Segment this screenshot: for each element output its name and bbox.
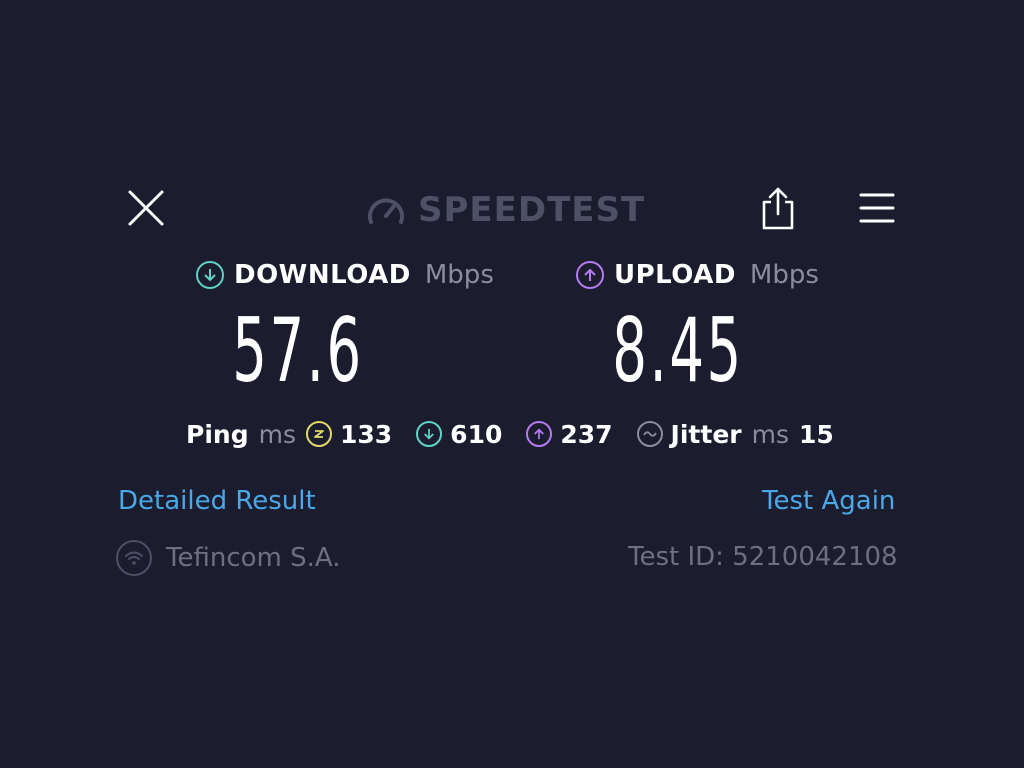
jitter-label: Jitter: [670, 419, 742, 449]
download-ping-value: 610: [450, 419, 503, 449]
test-id: Test ID: 5210042108: [628, 542, 898, 572]
provider-name: Tefincom S.A.: [166, 543, 341, 573]
jitter-value: 15: [799, 419, 834, 449]
download-unit: Mbps: [424, 260, 494, 290]
close-icon: [128, 190, 164, 226]
upload-ping-value: 237: [560, 419, 613, 449]
download-speed-value: 57.6: [232, 299, 364, 402]
ping-label: Ping: [186, 419, 249, 449]
idle-ping-value: 133: [339, 419, 393, 449]
menu-button[interactable]: [856, 188, 898, 228]
latency-stats-row: Ping ms 133 610 237 Jitter ms 15: [186, 416, 834, 452]
download-arrow-icon: [196, 261, 224, 289]
detailed-result-link[interactable]: Detailed Result: [118, 486, 316, 516]
test-again-link[interactable]: Test Again: [762, 486, 895, 516]
upload-ping-icon: [526, 421, 553, 447]
share-icon: [762, 187, 794, 230]
speedtest-logo: SPEEDTEST: [366, 188, 645, 232]
close-button[interactable]: [124, 186, 168, 230]
upload-unit: Mbps: [749, 260, 819, 290]
share-button[interactable]: [756, 184, 800, 232]
jitter-unit: ms: [751, 419, 789, 449]
jitter-wave-icon: [636, 421, 663, 447]
upload-speed-value: 8.45: [612, 299, 744, 402]
hamburger-menu-icon: [859, 193, 895, 223]
logo-text: SPEEDTEST: [418, 190, 646, 230]
upload-label: UPLOAD: [614, 260, 736, 290]
wifi-icon: [116, 540, 152, 576]
gauge-icon: [368, 198, 404, 224]
download-label: DOWNLOAD: [234, 260, 411, 290]
upload-header: UPLOAD Mbps: [576, 258, 819, 292]
download-header: DOWNLOAD Mbps: [196, 258, 494, 292]
ping-unit: ms: [258, 419, 296, 449]
download-ping-icon: [416, 421, 443, 447]
provider-info: Tefincom S.A.: [116, 540, 340, 576]
idle-ping-icon: [305, 421, 332, 447]
upload-arrow-icon: [576, 261, 604, 289]
